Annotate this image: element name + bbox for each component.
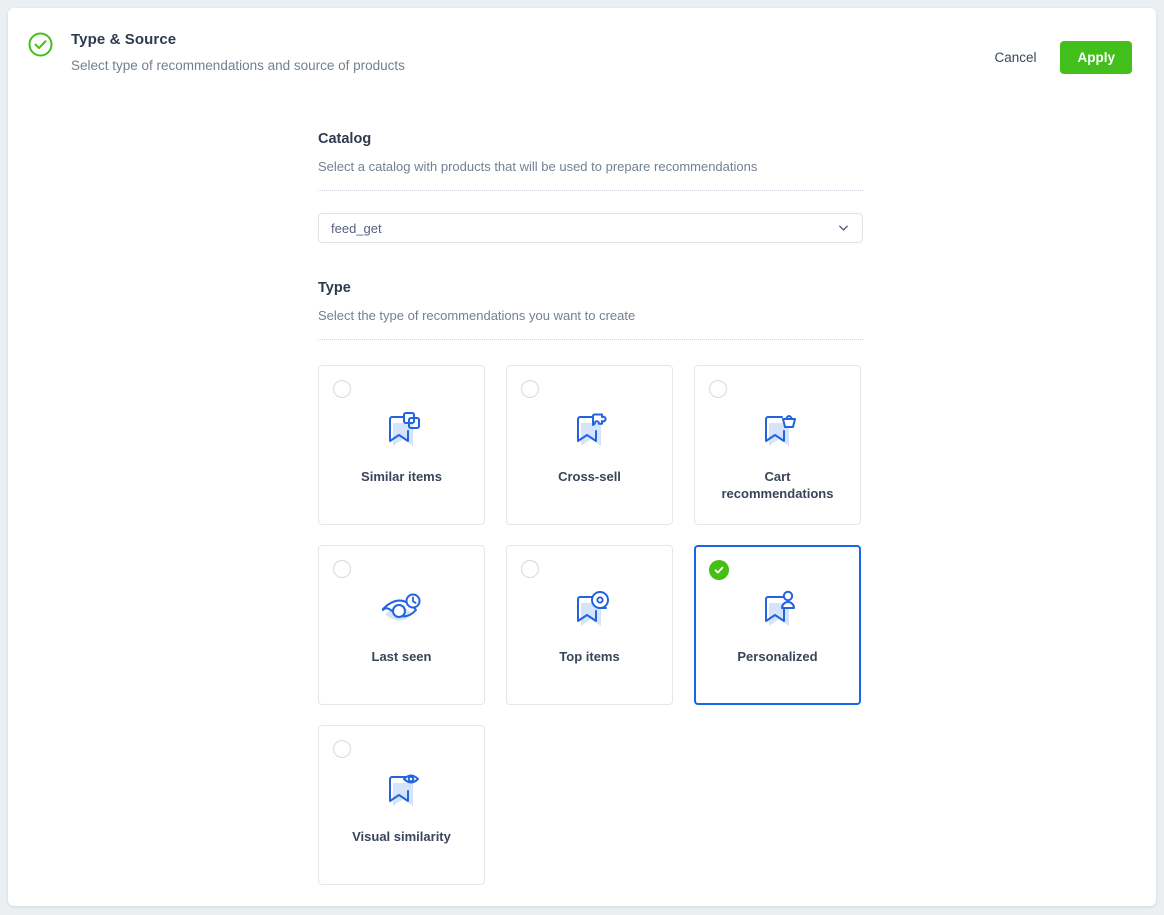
type-card-top-items[interactable]: Top items — [506, 545, 673, 705]
type-section: Type Select the type of recommendations … — [318, 279, 863, 885]
page-subtitle: Select type of recommendations and sourc… — [71, 57, 405, 74]
radio-top-items[interactable] — [521, 560, 539, 578]
cancel-button[interactable]: Cancel — [986, 44, 1044, 71]
bookmark-puzzle-icon — [564, 404, 616, 456]
catalog-divider — [318, 190, 863, 191]
check-circle-icon — [28, 32, 53, 57]
type-section-description: Select the type of recommendations you w… — [318, 307, 863, 324]
type-card-label: Top items — [525, 648, 655, 665]
bookmark-basket-icon — [752, 404, 804, 456]
catalog-section: Catalog Select a catalog with products t… — [318, 130, 863, 243]
check-icon — [713, 564, 725, 576]
type-card-personalized[interactable]: Personalized — [694, 545, 861, 705]
type-divider — [318, 339, 863, 340]
type-card-last-seen[interactable]: Last seen — [318, 545, 485, 705]
type-card-cart-recommendations[interactable]: Cart recommendations — [694, 365, 861, 525]
header-text-block: Type & Source Select type of recommendat… — [71, 30, 405, 74]
type-card-label: Similar items — [337, 468, 467, 485]
bookmark-eye-icon — [376, 764, 428, 816]
catalog-section-description: Select a catalog with products that will… — [318, 158, 863, 175]
bookmark-person-icon — [752, 584, 804, 636]
chevron-down-icon — [837, 222, 850, 235]
type-card-grid: Similar items Cross-sell — [318, 365, 863, 885]
type-card-label: Cross-sell — [525, 468, 655, 485]
type-section-title: Type — [318, 279, 863, 298]
type-card-visual-similarity[interactable]: Visual similarity — [318, 725, 485, 885]
radio-cart-recommendations[interactable] — [709, 380, 727, 398]
radio-similar-items[interactable] — [333, 380, 351, 398]
panel-body: Catalog Select a catalog with products t… — [8, 83, 1156, 885]
page-title: Type & Source — [71, 30, 405, 49]
header-actions: Cancel Apply — [986, 41, 1132, 74]
eye-clock-icon — [376, 584, 428, 636]
type-card-cross-sell[interactable]: Cross-sell — [506, 365, 673, 525]
type-card-label: Cart recommendations — [713, 468, 843, 502]
type-card-label: Personalized — [713, 648, 843, 665]
radio-visual-similarity[interactable] — [333, 740, 351, 758]
catalog-select[interactable]: feed_get — [318, 213, 863, 243]
radio-last-seen[interactable] — [333, 560, 351, 578]
type-card-similar-items[interactable]: Similar items — [318, 365, 485, 525]
radio-personalized-selected[interactable] — [709, 560, 729, 580]
apply-button[interactable]: Apply — [1060, 41, 1132, 74]
catalog-select-value: feed_get — [331, 221, 382, 236]
panel-header: Type & Source Select type of recommendat… — [8, 8, 1156, 83]
form-column: Catalog Select a catalog with products t… — [318, 130, 863, 885]
radio-cross-sell[interactable] — [521, 380, 539, 398]
type-and-source-panel: Type & Source Select type of recommendat… — [8, 8, 1156, 906]
header-left: Type & Source Select type of recommendat… — [28, 30, 1128, 74]
type-card-label: Last seen — [337, 648, 467, 665]
catalog-section-title: Catalog — [318, 130, 863, 149]
bookmark-copy-icon — [376, 404, 428, 456]
bookmark-target-icon — [564, 584, 616, 636]
type-card-label: Visual similarity — [337, 828, 467, 845]
